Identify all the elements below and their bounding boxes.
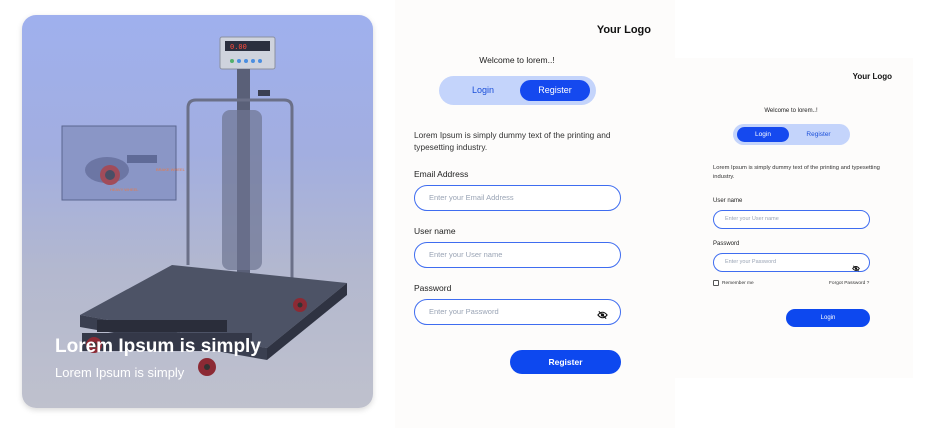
password-field-small[interactable]: Enter your Password — [713, 253, 870, 272]
inset-label-heavy-wheel: HEAVY WHEEL — [110, 187, 139, 192]
tab-login[interactable]: Login — [447, 80, 519, 101]
login-button[interactable]: Login — [786, 309, 870, 327]
email-label: Email Address — [414, 169, 469, 179]
tab-register-small[interactable]: Register — [791, 127, 846, 142]
hero-card: HEAVY WHEEL BRAKE WHEEL 0.00 Lorem Ipsum… — [22, 15, 373, 408]
login-panel: Your Logo Welcome to lorem..! Login Regi… — [675, 58, 913, 378]
brand-logo-small: Your Logo — [852, 72, 892, 81]
intro-description-small: Lorem Ipsum is simply dummy text of the … — [713, 165, 880, 180]
email-field[interactable]: Enter your Email Address — [414, 185, 621, 211]
auth-tab-switch: Login Register — [439, 76, 596, 105]
email-placeholder: Enter your Email Address — [429, 193, 514, 202]
password-placeholder: Enter your Password — [429, 307, 499, 316]
eye-off-icon[interactable] — [597, 307, 608, 325]
eye-off-icon-small[interactable] — [852, 259, 860, 277]
intro-description: Lorem Ipsum is simply dummy text of the … — [414, 130, 611, 152]
hero-subtitle: Lorem Ipsum is simply — [55, 365, 185, 380]
remember-me[interactable]: Remember me — [713, 280, 754, 286]
password-label: Password — [414, 283, 452, 293]
remember-label: Remember me — [722, 280, 754, 286]
password-placeholder-small: Enter your Password — [725, 259, 777, 265]
register-button[interactable]: Register — [510, 350, 621, 374]
tab-login-small[interactable]: Login — [737, 127, 789, 142]
remember-checkbox[interactable] — [713, 280, 719, 286]
forgot-password-link[interactable]: Forgot Password ? — [829, 281, 869, 286]
username-label: User name — [414, 226, 456, 236]
auth-tab-switch-small: Login Register — [733, 124, 850, 145]
username-field-small[interactable]: Enter your User name — [713, 210, 870, 229]
scale-readout: 0.00 — [230, 43, 247, 51]
welcome-text: Welcome to lorem..! — [479, 55, 555, 65]
username-field[interactable]: Enter your User name — [414, 242, 621, 268]
inset-label-brake-wheel: BRAKE WHEEL — [156, 167, 186, 172]
register-panel: Your Logo Welcome to lorem..! Login Regi… — [395, 0, 675, 428]
password-field[interactable]: Enter your Password — [414, 299, 621, 325]
username-placeholder-small: Enter your User name — [725, 216, 779, 222]
brand-logo: Your Logo — [596, 24, 651, 36]
hero-title: Lorem Ipsum is simply — [55, 336, 261, 357]
tab-register[interactable]: Register — [520, 80, 590, 101]
username-placeholder: Enter your User name — [429, 250, 503, 259]
welcome-text-small: Welcome to lorem..! — [764, 108, 818, 114]
app-root: HEAVY WHEEL BRAKE WHEEL 0.00 Lorem Ipsum… — [0, 0, 939, 428]
username-label-small: User name — [713, 198, 743, 204]
password-label-small: Password — [713, 241, 740, 247]
